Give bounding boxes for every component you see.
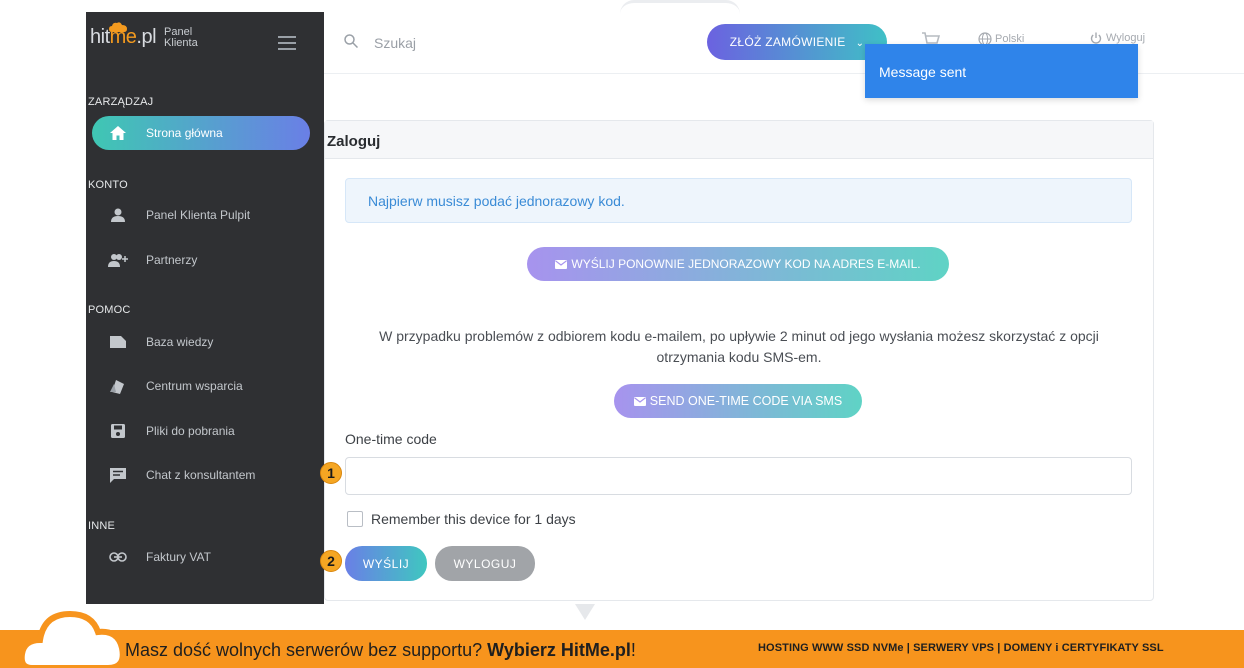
sidebar-item-home[interactable]: Strona główna [92,116,310,150]
logo-subtitle: Panel Klienta [164,25,198,49]
sidebar-item-label: Panel Klienta Pulpit [146,208,251,222]
envelope-icon [555,259,568,269]
logout-label: Wyloguj [1106,32,1146,44]
step-marker-2: 2 [320,550,342,572]
user-icon [104,208,132,222]
search-input[interactable] [374,32,574,54]
sidebar-item-downloads[interactable]: Pliki do pobrania [92,414,310,448]
search-icon [344,34,358,48]
envelope-icon [633,396,646,406]
section-title-help: POMOC [88,304,131,316]
sidebar-item-label: Strona główna [146,126,223,140]
sidebar-item-invoices[interactable]: Faktury VAT [92,540,310,574]
sidebar-item-label: Faktury VAT [146,550,211,564]
sms-fallback-text: W przypadku problemów z odbiorem kodu e-… [379,328,1099,365]
cloud-icon [18,610,126,668]
section-title-manage: ZARZĄDZAJ [88,96,154,108]
sidebar: hitme.pl Panel Klienta ZARZĄDZAJ Strona … [86,12,324,604]
sidebar-item-chat[interactable]: Chat z konsultantem [92,458,310,492]
menu-toggle-icon[interactable] [278,36,296,50]
folder-icon [104,335,132,349]
save-icon [104,424,132,438]
sidebar-item-label: Centrum wsparcia [146,379,243,393]
one-time-code-input[interactable] [345,457,1132,495]
banner-slogan[interactable]: Masz dość wolnych serwerów bez supportu?… [125,640,636,661]
step-marker-1: 1 [320,462,342,484]
place-order-button[interactable]: ZŁÓŻ ZAMÓWIENIE ⌄ [707,24,887,60]
logout-link[interactable]: Wyloguj [1090,32,1145,44]
info-alert: Najpierw musisz podać jednorazowy kod. [345,178,1132,223]
section-title-other: INNE [88,520,116,532]
chevron-down-icon: ⌄ [855,38,865,49]
login-card: Zaloguj Najpierw musisz podać jednorazow… [324,120,1154,601]
submit-button[interactable]: WYŚLIJ [345,546,427,581]
home-icon [104,126,132,140]
place-order-label: ZŁÓŻ ZAMÓWIENIE [729,35,846,49]
power-icon [1090,32,1102,44]
remember-device-label: Remember this device for 1 days [371,511,576,527]
remember-device-row[interactable]: Remember this device for 1 days [347,511,576,527]
sidebar-item-label: Pliki do pobrania [146,424,235,438]
remember-device-checkbox[interactable] [347,511,363,527]
sidebar-item-label: Baza wiedzy [146,335,214,349]
partners-icon [104,253,132,267]
sidebar-item-label: Chat z konsultantem [146,468,256,482]
send-sms-code-button[interactable]: SEND ONE-TIME CODE VIA SMS [614,384,862,418]
resend-email-code-button[interactable]: WYŚLIJ PONOWNIE JEDNORAZOWY KOD NA ADRES… [527,247,949,281]
sidebar-item-partners[interactable]: Partnerzy [92,243,310,277]
tickets-icon [104,378,132,394]
banner-services: HOSTING WWW SSD NVMe | SERWERY VPS | DOM… [758,642,1164,654]
toast-notification[interactable]: Message sent [865,44,1138,98]
sidebar-item-knowledge-base[interactable]: Baza wiedzy [92,325,310,359]
chat-icon [104,467,132,483]
link-icon [104,552,132,562]
section-title-account: KONTO [88,179,128,191]
decorative-triangle [575,604,595,620]
page: hitme.pl Panel Klienta ZARZĄDZAJ Strona … [0,0,1244,668]
card-title: Zaloguj [325,121,1153,159]
one-time-code-label: One-time code [345,431,437,447]
logo[interactable]: hitme.pl Panel Klienta [90,22,198,49]
sidebar-item-support-center[interactable]: Centrum wsparcia [92,369,310,403]
cloud-logo-icon [109,22,127,32]
sidebar-item-dashboard[interactable]: Panel Klienta Pulpit [92,198,310,232]
send-sms-code-label: SEND ONE-TIME CODE VIA SMS [649,394,843,408]
sidebar-item-label: Partnerzy [146,253,198,267]
logout-button[interactable]: WYLOGUJ [435,546,535,581]
resend-email-code-label: WYŚLIJ PONOWNIE JEDNORAZOWY KOD NA ADRES… [571,257,921,271]
